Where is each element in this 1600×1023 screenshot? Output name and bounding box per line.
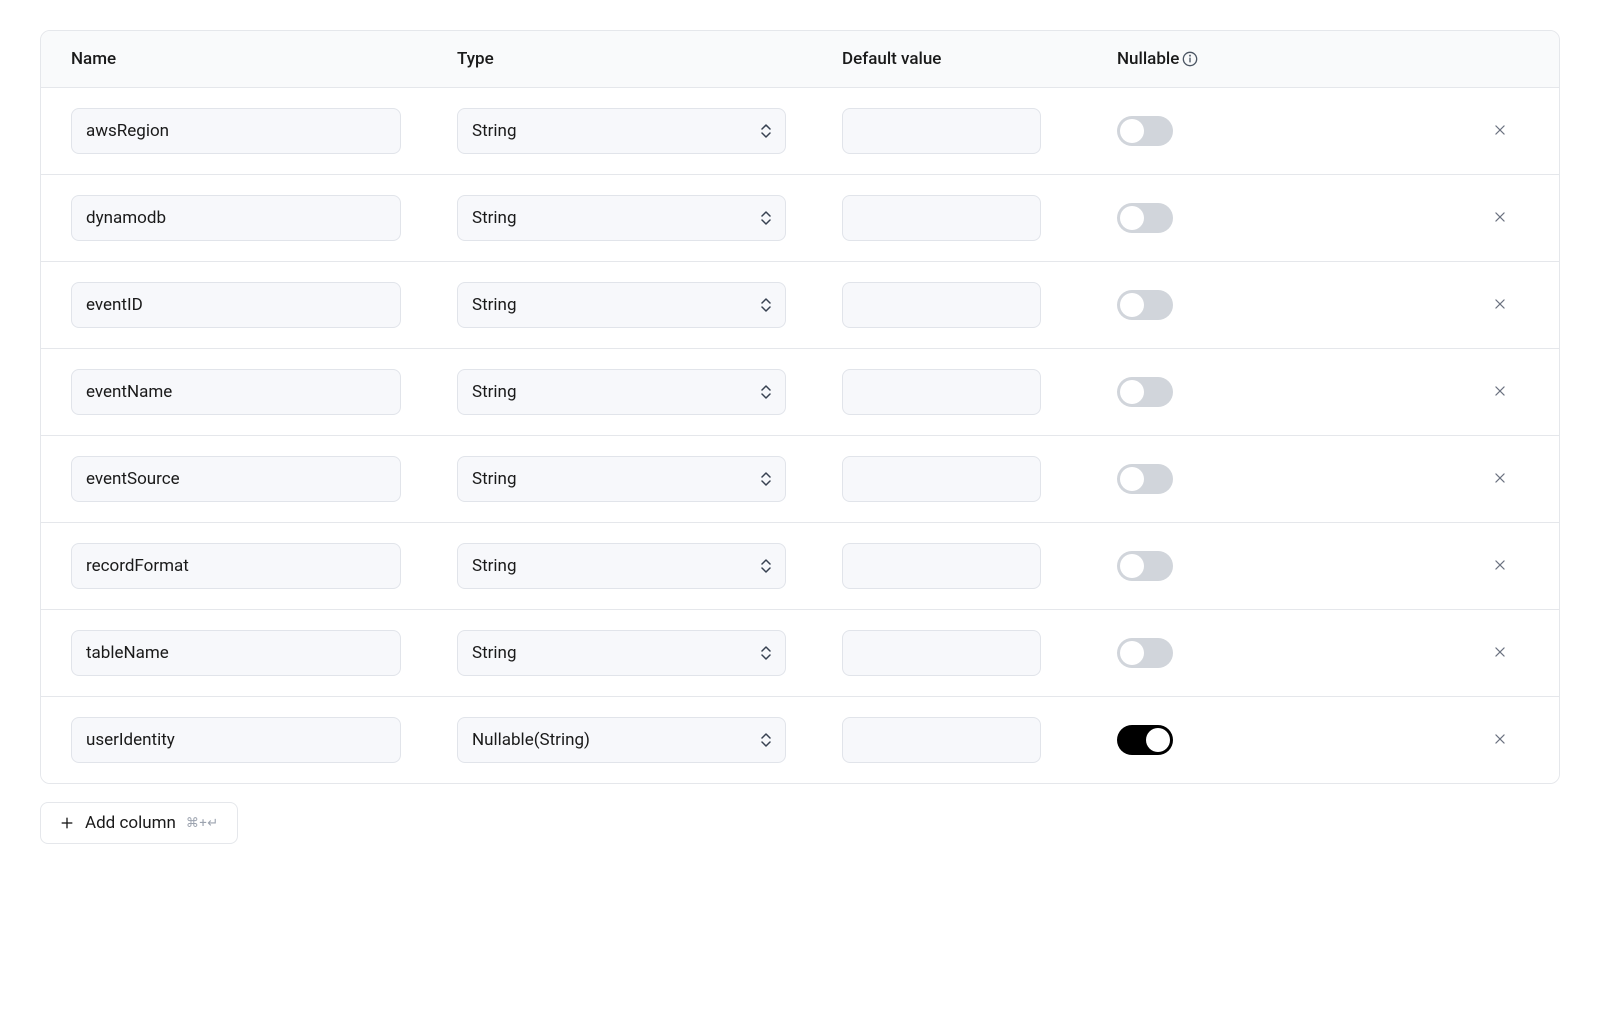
add-column-button[interactable]: Add column ⌘+↵: [40, 802, 238, 844]
nullable-toggle[interactable]: [1117, 203, 1173, 233]
column-type-value: String: [472, 382, 516, 402]
add-column-shortcut: ⌘+↵: [186, 816, 219, 831]
chevron-up-down-icon: [761, 385, 771, 399]
remove-column-button[interactable]: [1487, 639, 1513, 668]
column-default-input[interactable]: [842, 108, 1041, 154]
column-type-select[interactable]: String: [457, 195, 786, 241]
remove-column-button[interactable]: [1487, 465, 1513, 494]
remove-column-button[interactable]: [1487, 291, 1513, 320]
remove-column-button[interactable]: [1487, 204, 1513, 233]
chevron-up-down-icon: [761, 559, 771, 573]
close-icon: [1493, 210, 1507, 227]
column-default-input[interactable]: [842, 282, 1041, 328]
header-default-value: Default value: [836, 49, 1111, 69]
nullable-toggle[interactable]: [1117, 464, 1173, 494]
chevron-up-down-icon: [761, 646, 771, 660]
chevron-up-down-icon: [761, 298, 771, 312]
close-icon: [1493, 732, 1507, 749]
column-name-input[interactable]: [71, 630, 401, 676]
nullable-toggle[interactable]: [1117, 377, 1173, 407]
close-icon: [1493, 297, 1507, 314]
remove-column-button[interactable]: [1487, 552, 1513, 581]
chevron-up-down-icon: [761, 472, 771, 486]
nullable-toggle[interactable]: [1117, 116, 1173, 146]
column-default-input[interactable]: [842, 630, 1041, 676]
column-type-select[interactable]: String: [457, 282, 786, 328]
nullable-toggle[interactable]: [1117, 638, 1173, 668]
column-default-input[interactable]: [842, 456, 1041, 502]
column-name-input[interactable]: [71, 282, 401, 328]
table-row: String: [41, 349, 1559, 436]
close-icon: [1493, 384, 1507, 401]
header-type: Type: [451, 49, 836, 69]
column-type-select[interactable]: String: [457, 369, 786, 415]
remove-column-button[interactable]: [1487, 378, 1513, 407]
column-name-input[interactable]: [71, 369, 401, 415]
column-type-select[interactable]: Nullable(String): [457, 717, 786, 763]
nullable-toggle[interactable]: [1117, 290, 1173, 320]
column-name-input[interactable]: [71, 456, 401, 502]
table-row: Nullable(String): [41, 697, 1559, 783]
header-nullable-label: Nullable: [1117, 49, 1179, 69]
close-icon: [1493, 645, 1507, 662]
column-type-select[interactable]: String: [457, 456, 786, 502]
column-type-value: String: [472, 208, 516, 228]
column-name-input[interactable]: [71, 717, 401, 763]
column-type-value: Nullable(String): [472, 730, 590, 750]
column-type-select[interactable]: String: [457, 108, 786, 154]
table-row: String: [41, 175, 1559, 262]
chevron-up-down-icon: [761, 733, 771, 747]
info-icon[interactable]: [1181, 50, 1199, 68]
column-name-input[interactable]: [71, 108, 401, 154]
remove-column-button[interactable]: [1487, 117, 1513, 146]
chevron-up-down-icon: [761, 124, 771, 138]
nullable-toggle[interactable]: [1117, 551, 1173, 581]
table-row: String: [41, 523, 1559, 610]
column-type-value: String: [472, 556, 516, 576]
columns-table: Name Type Default value Nullable String: [40, 30, 1560, 784]
column-type-value: String: [472, 643, 516, 663]
table-row: String: [41, 262, 1559, 349]
table-row: String: [41, 88, 1559, 175]
header-nullable: Nullable: [1111, 49, 1529, 69]
column-default-input[interactable]: [842, 717, 1041, 763]
column-type-select[interactable]: String: [457, 543, 786, 589]
table-header-row: Name Type Default value Nullable: [41, 31, 1559, 88]
chevron-up-down-icon: [761, 211, 771, 225]
column-default-input[interactable]: [842, 195, 1041, 241]
close-icon: [1493, 471, 1507, 488]
remove-column-button[interactable]: [1487, 726, 1513, 755]
column-name-input[interactable]: [71, 195, 401, 241]
column-type-value: String: [472, 295, 516, 315]
close-icon: [1493, 123, 1507, 140]
column-default-input[interactable]: [842, 369, 1041, 415]
plus-icon: [59, 815, 75, 831]
table-row: String: [41, 610, 1559, 697]
table-row: String: [41, 436, 1559, 523]
column-type-select[interactable]: String: [457, 630, 786, 676]
add-column-label: Add column: [85, 813, 176, 833]
nullable-toggle[interactable]: [1117, 725, 1173, 755]
close-icon: [1493, 558, 1507, 575]
column-default-input[interactable]: [842, 543, 1041, 589]
column-name-input[interactable]: [71, 543, 401, 589]
column-type-value: String: [472, 121, 516, 141]
column-type-value: String: [472, 469, 516, 489]
header-name: Name: [71, 49, 451, 69]
